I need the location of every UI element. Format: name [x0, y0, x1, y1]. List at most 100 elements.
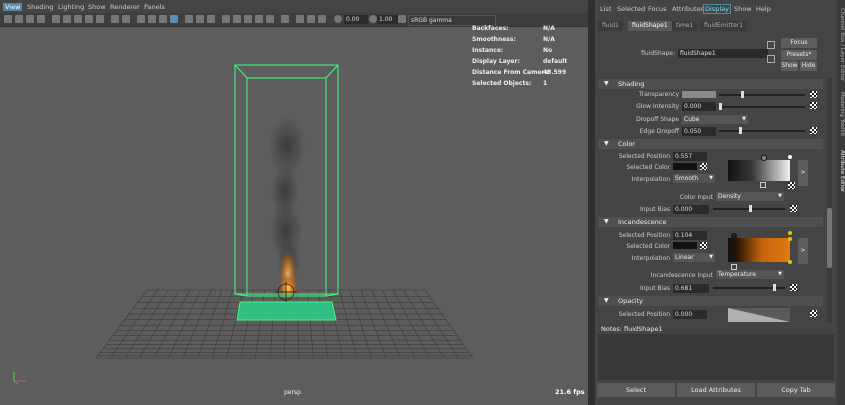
map-button-icon[interactable]	[700, 163, 707, 170]
incand-position-field[interactable]: 0.104	[673, 231, 707, 240]
shadows-icon[interactable]	[233, 15, 241, 23]
default-material-icon[interactable]	[159, 15, 167, 23]
glow-intensity-field[interactable]: 0.000	[682, 102, 716, 111]
xray-active-icon[interactable]	[307, 15, 315, 23]
incand-bias-slider[interactable]	[713, 284, 785, 291]
menu-panels[interactable]: Panels	[144, 3, 165, 11]
delete-handle-icon[interactable]	[760, 182, 766, 188]
tab-channel-box[interactable]: Channel Box / Layer Editor	[837, 8, 845, 81]
tab-modeling-toolkit[interactable]: Modeling Toolkit	[837, 92, 845, 136]
transparency-slider[interactable]	[719, 91, 805, 98]
ae-menu-show[interactable]: Show	[734, 5, 752, 13]
scrollbar-thumb[interactable]	[827, 208, 832, 268]
incand-interp-dropdown[interactable]: Linear ▼	[673, 253, 715, 262]
edge-dropoff-slider[interactable]	[719, 127, 805, 134]
ramp-handle-icon[interactable]	[788, 155, 792, 159]
load-input-icon[interactable]	[767, 41, 775, 49]
ramp-handle-icon[interactable]	[731, 233, 737, 239]
map-button-icon[interactable]	[788, 182, 795, 189]
color-position-field[interactable]: 0.557	[673, 152, 707, 161]
menu-view[interactable]: View	[3, 3, 23, 11]
grid-icon[interactable]	[52, 15, 60, 23]
xray-icon[interactable]	[185, 15, 193, 23]
transparency-swatch[interactable]	[682, 91, 716, 98]
depth-of-field-icon[interactable]	[281, 15, 289, 23]
select-camera-icon[interactable]	[4, 15, 12, 23]
notes-textarea[interactable]	[598, 334, 834, 380]
load-attributes-button[interactable]: Load Attributes	[677, 383, 755, 397]
ramp-handle-icon[interactable]	[761, 155, 767, 161]
motion-blur-icon[interactable]	[255, 15, 263, 23]
ramp-handle-icon[interactable]	[788, 260, 792, 264]
ae-menu-display[interactable]: Display	[703, 4, 731, 14]
section-incandescence[interactable]: ▼ Incandescence	[598, 217, 823, 227]
gate-mask-icon[interactable]	[85, 15, 93, 23]
ae-scrollbar[interactable]	[827, 78, 832, 323]
smooth-shade-icon[interactable]	[148, 15, 156, 23]
tab-fluid1[interactable]: fluid1	[598, 21, 623, 31]
color-interp-dropdown[interactable]: Smooth ▼	[673, 174, 715, 183]
hide-button[interactable]: Hide	[800, 61, 817, 71]
edge-dropoff-field[interactable]: 0.050	[682, 127, 716, 136]
wireframe-on-shaded-icon[interactable]	[170, 15, 178, 23]
safe-action-icon[interactable]	[111, 15, 119, 23]
opacity-ramp[interactable]	[728, 308, 790, 322]
map-button-icon[interactable]	[810, 127, 817, 134]
map-button-icon[interactable]	[700, 242, 707, 249]
map-button-icon[interactable]	[790, 284, 797, 291]
copy-tab-button[interactable]: Copy Tab	[757, 383, 835, 397]
map-button-icon[interactable]	[790, 205, 797, 212]
tab-attribute-editor[interactable]: Attribute Editor	[837, 150, 845, 192]
node-name-field[interactable]: fluidShape1	[678, 49, 768, 58]
ae-menu-attributes[interactable]: Attributes	[672, 5, 704, 13]
ae-menu-selected[interactable]: Selected	[617, 5, 645, 13]
incandescence-ramp[interactable]	[728, 238, 790, 262]
anti-aliasing-icon[interactable]	[266, 15, 274, 23]
color-swatch[interactable]	[673, 163, 697, 170]
wireframe-icon[interactable]	[137, 15, 145, 23]
ramp-expand-button[interactable]: >	[798, 238, 808, 264]
section-opacity[interactable]: ▼ Opacity	[598, 296, 823, 306]
select-button[interactable]: Select	[597, 383, 675, 397]
dropoff-shape-dropdown[interactable]: Cube ▼	[682, 115, 748, 124]
ae-menu-help[interactable]: Help	[756, 5, 771, 13]
focus-button[interactable]: Focus	[781, 38, 817, 48]
incand-input-dropdown[interactable]: Temperature ▼	[716, 270, 784, 279]
safe-title-icon[interactable]	[122, 15, 130, 23]
menu-renderer[interactable]: Renderer	[110, 3, 140, 11]
presets-button[interactable]: Presets*	[781, 50, 817, 60]
menu-show[interactable]: Show	[88, 3, 106, 11]
ae-menu-focus[interactable]: Focus	[648, 5, 667, 13]
exposure-icon[interactable]	[334, 15, 342, 23]
isolate-select-icon[interactable]	[296, 15, 304, 23]
map-button-icon[interactable]	[810, 91, 817, 98]
xray-joints-icon[interactable]	[196, 15, 204, 23]
ramp-handle-icon[interactable]	[788, 237, 792, 241]
bookmark-icon[interactable]	[26, 15, 34, 23]
show-button[interactable]: Show	[781, 61, 798, 71]
opacity-position-field[interactable]: 0.000	[673, 310, 707, 319]
gamma-icon[interactable]	[369, 15, 377, 23]
section-shading[interactable]: ▼ Shading	[598, 79, 823, 89]
tab-fluidshape1[interactable]: fluidShape1	[628, 21, 672, 31]
field-chart-icon[interactable]	[96, 15, 104, 23]
menu-lighting[interactable]: Lighting	[58, 3, 84, 11]
tab-fluidemitter1[interactable]: fluidEmitter1	[700, 21, 748, 31]
glow-intensity-slider[interactable]	[719, 103, 805, 110]
menu-shading[interactable]: Shading	[27, 3, 53, 11]
map-button-icon[interactable]	[810, 310, 817, 317]
map-button-icon[interactable]	[810, 102, 817, 109]
load-output-icon[interactable]	[767, 55, 775, 63]
image-plane-icon[interactable]	[37, 15, 45, 23]
color-management-icon[interactable]	[398, 15, 406, 23]
camera-attributes-icon[interactable]	[15, 15, 23, 23]
viewport-panel[interactable]: View Shading Lighting Show Renderer Pane…	[0, 0, 588, 405]
film-gate-icon[interactable]	[63, 15, 71, 23]
tab-time1[interactable]: time1	[672, 21, 698, 31]
exposure-field[interactable]: 0.00	[344, 15, 368, 24]
resolution-gate-icon[interactable]	[74, 15, 82, 23]
panel-splitter[interactable]	[588, 0, 595, 405]
use-lights-icon[interactable]	[222, 15, 230, 23]
color-bias-slider[interactable]	[713, 205, 785, 212]
ramp-expand-button[interactable]: >	[798, 160, 808, 186]
